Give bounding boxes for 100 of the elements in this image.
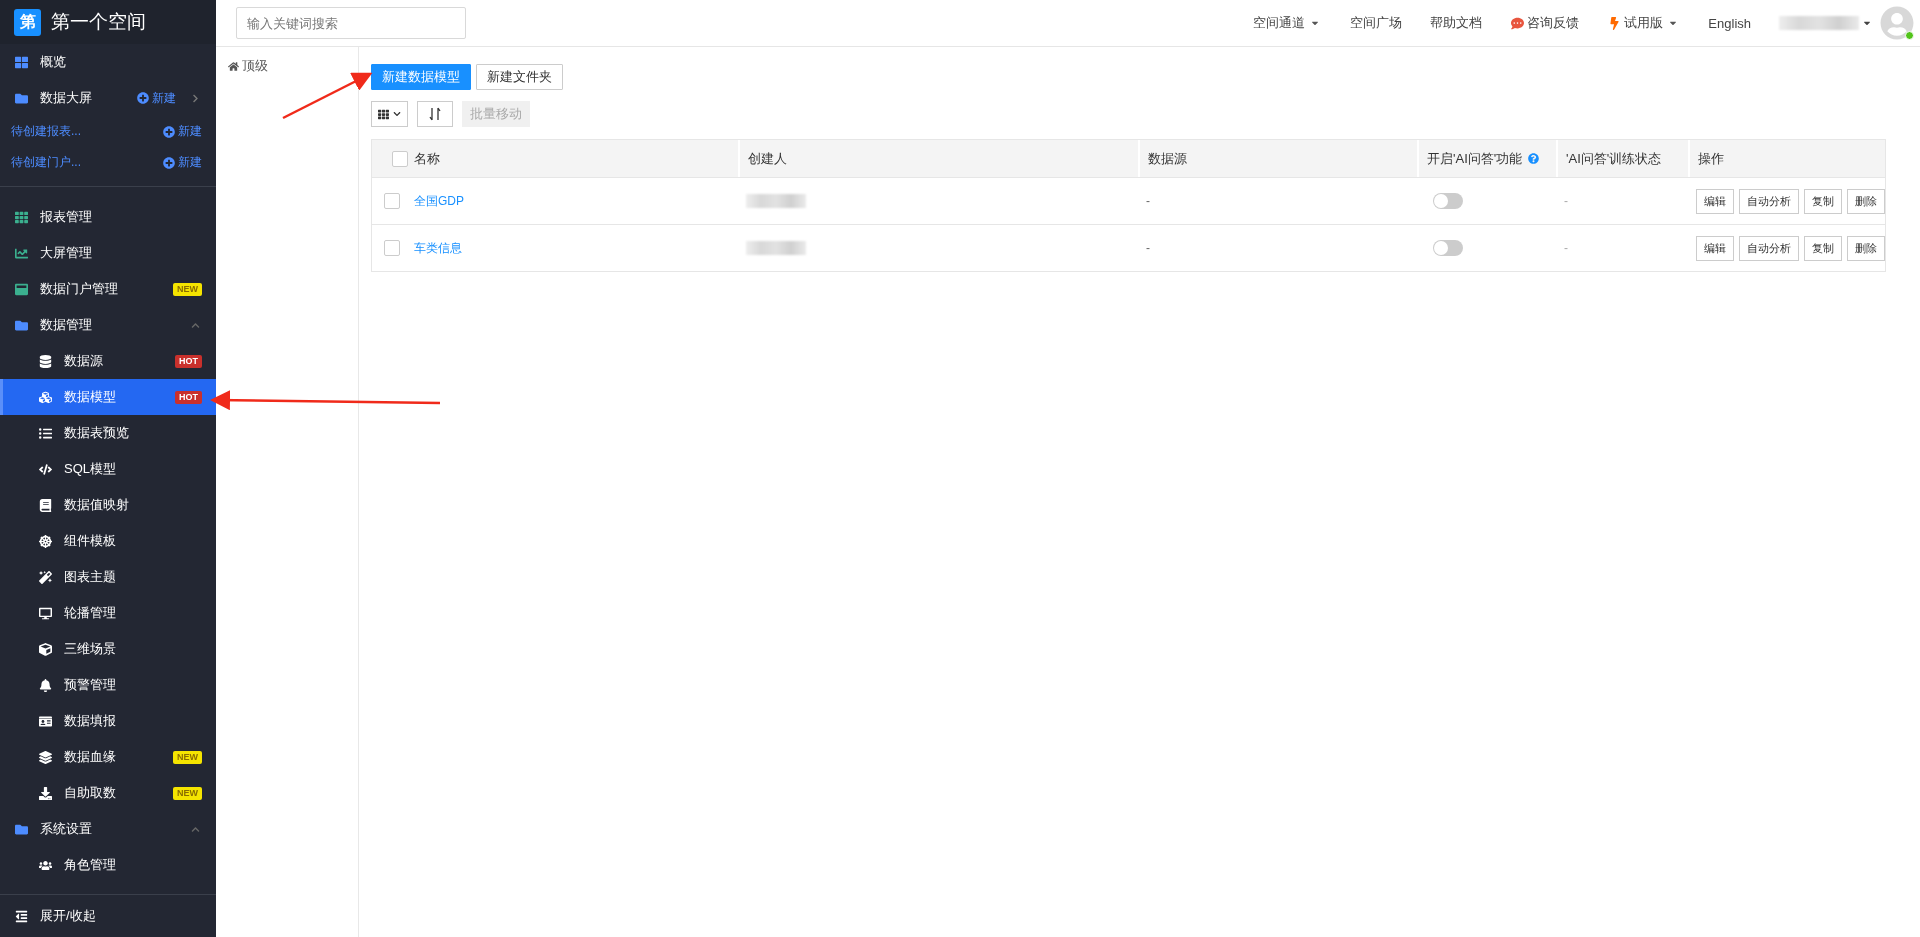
sidebar-item[interactable]: 轮播管理 bbox=[0, 595, 216, 631]
column-header: 创建人 bbox=[748, 149, 787, 168]
sidebar-item[interactable]: 数据表预览 bbox=[0, 415, 216, 451]
folder-icon bbox=[14, 318, 28, 332]
sidebar-item[interactable]: 报表管理 bbox=[0, 199, 216, 235]
nav-link[interactable]: 空间广场 bbox=[1350, 14, 1403, 32]
action-button[interactable]: 自动分析 bbox=[1739, 188, 1799, 214]
action-button[interactable]: 删除 bbox=[1847, 188, 1885, 214]
new-link[interactable]: 新建 bbox=[137, 89, 176, 107]
badge: NEW bbox=[173, 750, 202, 764]
chat-icon bbox=[1510, 16, 1525, 30]
plus-icon bbox=[163, 125, 175, 138]
sidebar-item[interactable]: 组件模板 bbox=[0, 523, 216, 559]
table-icon bbox=[14, 210, 28, 224]
bell-icon bbox=[38, 678, 52, 692]
cube-icon bbox=[38, 642, 52, 656]
plus-icon bbox=[137, 92, 149, 104]
layers-icon bbox=[38, 750, 52, 764]
monitor-icon bbox=[38, 606, 52, 620]
action-button[interactable]: 复制 bbox=[1804, 188, 1842, 214]
sidebar-item[interactable]: 预警管理 bbox=[0, 667, 216, 703]
row-checkbox[interactable] bbox=[384, 240, 400, 256]
new-folder-button[interactable]: 新建文件夹 bbox=[476, 64, 563, 90]
avatar[interactable] bbox=[1880, 6, 1914, 40]
badge: NEW bbox=[173, 786, 202, 800]
space-title: 第一个空间 bbox=[51, 10, 146, 34]
column-header: 开启'AI问答'功能 bbox=[1427, 149, 1523, 168]
sidebar-item[interactable]: 数据源 HOT bbox=[0, 343, 216, 379]
search-field[interactable]: 输入关键词搜索 bbox=[236, 7, 466, 39]
outdent-icon bbox=[14, 909, 28, 923]
breadcrumb-link[interactable]: 顶级 bbox=[228, 57, 268, 75]
list-icon bbox=[38, 426, 52, 440]
select-all-checkbox[interactable] bbox=[392, 150, 408, 167]
chevron-down-icon bbox=[393, 110, 401, 118]
new-link[interactable]: 新建 bbox=[163, 154, 202, 171]
nav-link[interactable]: 空间通道 bbox=[1253, 14, 1323, 32]
action-button[interactable]: 编辑 bbox=[1696, 188, 1734, 214]
sidebar-item[interactable]: 系统设置 bbox=[0, 811, 216, 847]
code-icon bbox=[38, 462, 52, 476]
window-icon bbox=[14, 282, 28, 296]
id-card-icon bbox=[38, 714, 52, 728]
sidebar-item[interactable]: 数据值映射 bbox=[0, 487, 216, 523]
users-icon bbox=[38, 858, 52, 872]
view-toggle[interactable] bbox=[371, 101, 408, 127]
collapse-toggle[interactable]: 展开/收起 bbox=[0, 894, 216, 937]
nav-link[interactable]: 帮助文档 bbox=[1430, 14, 1483, 32]
book-icon bbox=[38, 498, 52, 512]
ai-toggle[interactable] bbox=[1433, 240, 1463, 256]
sidebar-item[interactable]: 数据血缘 NEW bbox=[0, 739, 216, 775]
sidebar-item[interactable]: 数据模型 HOT bbox=[0, 379, 216, 415]
table-cell-text: - bbox=[1145, 241, 1151, 255]
download-icon bbox=[38, 786, 52, 800]
help-icon bbox=[1526, 153, 1541, 164]
nav-link[interactable]: 试用版 bbox=[1607, 14, 1681, 32]
sidebar-item[interactable]: 数据管理 bbox=[0, 307, 216, 343]
column-header: 操作 bbox=[1698, 149, 1724, 168]
blurred-name bbox=[746, 241, 806, 255]
table-cell-text: - bbox=[1563, 241, 1569, 255]
wand-icon bbox=[38, 570, 52, 584]
table-cell-text: - bbox=[1145, 194, 1151, 208]
grid-icon bbox=[378, 108, 389, 120]
row-checkbox[interactable] bbox=[384, 193, 400, 209]
sort-icon bbox=[429, 107, 441, 121]
pending-item[interactable]: 待创建报表... bbox=[11, 123, 81, 140]
sidebar-item[interactable]: SQL模型 bbox=[0, 451, 216, 487]
sidebar-item[interactable]: 数据填报 bbox=[0, 703, 216, 739]
sidebar-item[interactable]: 三维场景 bbox=[0, 631, 216, 667]
column-header: 'AI问答'训练状态 bbox=[1566, 149, 1662, 168]
plus-icon bbox=[163, 156, 175, 169]
folder-icon bbox=[14, 822, 28, 836]
folder-icon bbox=[14, 91, 28, 105]
sidebar-item[interactable]: 概览 bbox=[0, 44, 216, 80]
sidebar-item[interactable]: 图表主题 bbox=[0, 559, 216, 595]
action-button[interactable]: 复制 bbox=[1804, 235, 1842, 261]
home-icon bbox=[228, 60, 239, 72]
column-header: 数据源 bbox=[1148, 149, 1187, 168]
grid-icon bbox=[14, 55, 28, 69]
action-button[interactable]: 删除 bbox=[1847, 235, 1885, 261]
nav-link[interactable]: 咨询反馈 bbox=[1510, 14, 1580, 32]
sidebar-item[interactable]: 角色管理 bbox=[0, 847, 216, 883]
wheel-icon bbox=[38, 534, 52, 548]
pending-item[interactable]: 待创建门户... bbox=[11, 154, 81, 171]
chart-icon bbox=[14, 246, 28, 260]
sidebar-item[interactable]: 数据大屏 新建 bbox=[0, 80, 216, 116]
badge: HOT bbox=[175, 390, 202, 404]
action-button[interactable]: 自动分析 bbox=[1739, 235, 1799, 261]
column-header: 名称 bbox=[414, 149, 440, 168]
sidebar-item[interactable]: 自助取数 NEW bbox=[0, 775, 216, 811]
sort-button[interactable] bbox=[417, 101, 453, 127]
ai-toggle[interactable] bbox=[1433, 193, 1463, 209]
badge: HOT bbox=[175, 354, 202, 368]
logo: 第 bbox=[14, 8, 41, 36]
new-link[interactable]: 新建 bbox=[163, 123, 202, 140]
nav-link[interactable]: English bbox=[1708, 15, 1751, 31]
action-button[interactable]: 编辑 bbox=[1696, 235, 1734, 261]
blurred-name bbox=[746, 194, 806, 208]
sidebar-item[interactable]: 数据门户管理 NEW bbox=[0, 271, 216, 307]
cubes-icon bbox=[38, 390, 52, 404]
sidebar-item[interactable]: 大屏管理 bbox=[0, 235, 216, 271]
badge: NEW bbox=[173, 282, 202, 296]
